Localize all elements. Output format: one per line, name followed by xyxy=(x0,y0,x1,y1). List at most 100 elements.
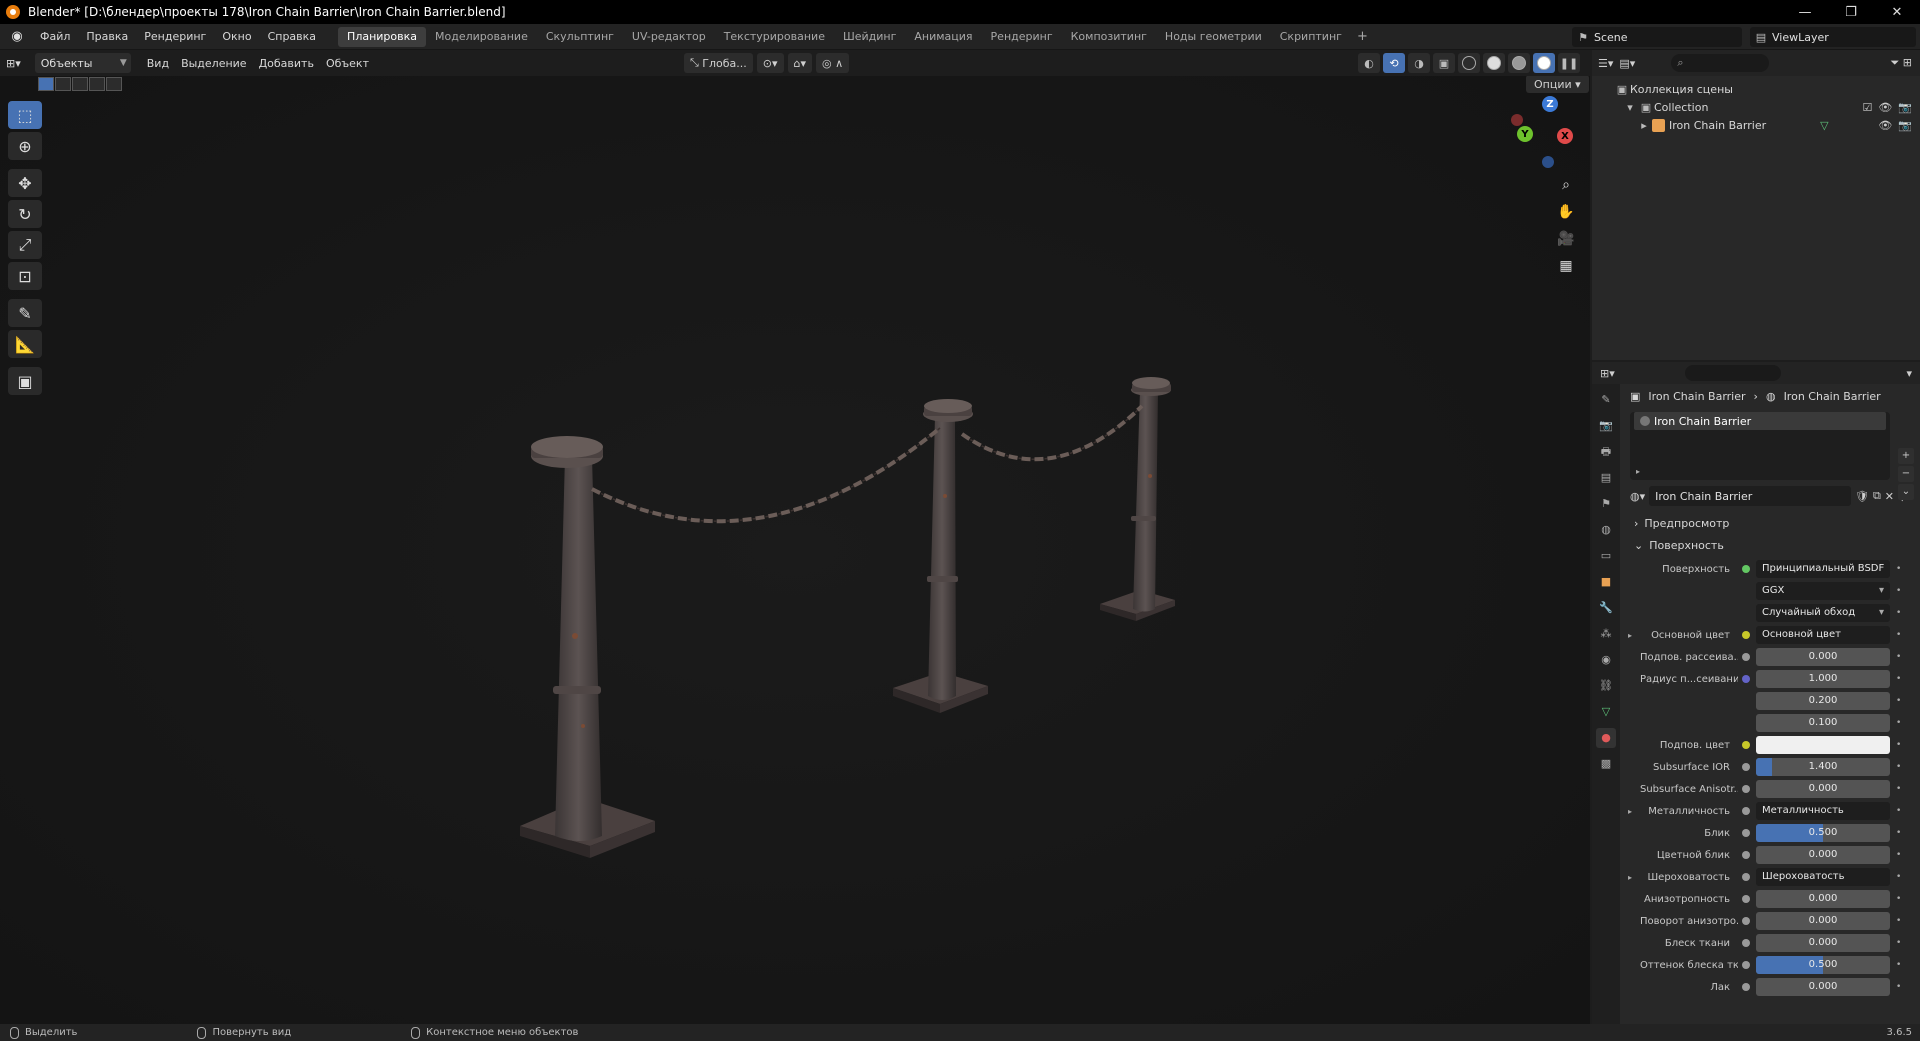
mesh-data-icon[interactable]: ▽ xyxy=(1820,119,1828,132)
socket-link-icon[interactable] xyxy=(1742,961,1750,969)
socket-link-icon[interactable] xyxy=(1742,829,1750,837)
socket-link-icon[interactable] xyxy=(1742,763,1750,771)
tool-tab-icon[interactable]: ✎ xyxy=(1596,390,1616,410)
keyframe-dot-icon[interactable]: • xyxy=(1896,564,1906,574)
render-tab-icon[interactable]: 📷 xyxy=(1596,416,1616,436)
proportional-edit-toggle[interactable]: ◎ ∧ xyxy=(816,53,850,73)
filter-icon[interactable]: ⏷ ⊞ xyxy=(1890,56,1912,70)
eye-icon[interactable]: 👁 xyxy=(1878,119,1892,132)
socket-link-icon[interactable] xyxy=(1742,675,1750,683)
visibility-icon[interactable]: ◐ xyxy=(1358,53,1380,73)
3d-viewport[interactable]: Опции ▾ ⬚ ⊕ ✥ ↻ ⤢ ⊡ ✎ 📐 ▣ Z Y X ⌕ ✋ 🎥 ▦ xyxy=(0,76,1590,1024)
number-field[interactable]: 1.000 xyxy=(1756,670,1890,688)
unlink-material-icon[interactable]: ✕ xyxy=(1885,490,1894,503)
gizmo-y-axis[interactable]: Y xyxy=(1517,126,1533,142)
grid-perspective-icon[interactable]: ▦ xyxy=(1556,257,1576,275)
rendered-shading-icon[interactable] xyxy=(1533,53,1555,73)
collection-tab-icon[interactable]: ▭ xyxy=(1596,546,1616,566)
move-tool-icon[interactable]: ✥ xyxy=(8,169,42,197)
select-intersect-icon[interactable] xyxy=(106,77,122,91)
duplicate-material-icon[interactable]: ⧉ xyxy=(1873,489,1881,503)
keyframe-dot-icon[interactable]: • xyxy=(1896,872,1906,882)
number-field[interactable]: 0.100 xyxy=(1756,714,1890,732)
keyframe-dot-icon[interactable]: • xyxy=(1896,608,1906,618)
number-field[interactable]: 1.400 xyxy=(1756,758,1890,776)
object-tab-icon[interactable]: ■ xyxy=(1596,572,1616,592)
overlays-icon[interactable]: ◑ xyxy=(1408,53,1430,73)
socket-link-icon[interactable] xyxy=(1742,939,1750,947)
tab-scripting[interactable]: Скриптинг xyxy=(1271,27,1351,47)
keyframe-dot-icon[interactable]: • xyxy=(1896,850,1906,860)
expand-arrow-icon[interactable]: ▸ xyxy=(1636,119,1652,132)
tab-compositing[interactable]: Композитинг xyxy=(1062,27,1156,47)
cursor-tool-icon[interactable]: ⊕ xyxy=(8,132,42,160)
tab-rendering[interactable]: Рендеринг xyxy=(982,27,1062,47)
wireframe-shading-icon[interactable] xyxy=(1458,53,1480,73)
scene-selector[interactable]: ⚑ Scene xyxy=(1572,27,1742,47)
tab-sculpting[interactable]: Скульптинг xyxy=(537,27,623,47)
menu-help[interactable]: Справка xyxy=(260,24,324,50)
socket-link-icon[interactable] xyxy=(1742,741,1750,749)
select-extend-icon[interactable] xyxy=(55,77,71,91)
pivot-select[interactable]: ⊙▾ xyxy=(756,53,784,73)
number-field[interactable]: 0.500 xyxy=(1756,956,1890,974)
editor-type-icon[interactable]: ⊞▾ xyxy=(0,57,27,70)
socket-link-icon[interactable] xyxy=(1742,873,1750,881)
socket-link-icon[interactable] xyxy=(1742,983,1750,991)
gizmo-x-axis[interactable]: X xyxy=(1557,128,1573,144)
linked-input[interactable]: Основной цвет xyxy=(1756,626,1890,644)
snap-toggle[interactable]: ⌂▾ xyxy=(787,53,813,73)
zoom-icon[interactable]: ⌕ xyxy=(1556,176,1576,194)
checkbox-icon[interactable]: ☑ xyxy=(1862,101,1872,114)
keyframe-dot-icon[interactable]: • xyxy=(1896,740,1906,750)
property-dropdown[interactable]: Случайный обход ▾ xyxy=(1756,604,1890,622)
scene-tab-icon[interactable]: ⚑ xyxy=(1596,494,1616,514)
linked-input[interactable]: Шероховатость xyxy=(1756,868,1890,886)
menu-object[interactable]: Объект xyxy=(320,57,375,70)
rotate-tool-icon[interactable]: ↻ xyxy=(8,200,42,228)
texture-tab-icon[interactable]: ▩ xyxy=(1596,754,1616,774)
keyframe-dot-icon[interactable]: • xyxy=(1896,674,1906,684)
select-new-icon[interactable] xyxy=(38,77,54,91)
remove-slot-button[interactable]: − xyxy=(1898,466,1914,482)
modifier-tab-icon[interactable]: 🔧 xyxy=(1596,598,1616,618)
number-field[interactable]: 0.000 xyxy=(1756,912,1890,930)
solid-shading-icon[interactable] xyxy=(1483,53,1505,73)
keyframe-dot-icon[interactable]: • xyxy=(1896,762,1906,772)
keyframe-dot-icon[interactable]: • xyxy=(1896,938,1906,948)
keyframe-dot-icon[interactable]: • xyxy=(1896,828,1906,838)
keyframe-dot-icon[interactable]: • xyxy=(1896,916,1906,926)
expand-arrow-icon[interactable]: ▸ xyxy=(1636,467,1640,476)
add-slot-button[interactable]: + xyxy=(1898,448,1914,464)
select-invert-icon[interactable] xyxy=(89,77,105,91)
expand-arrow-icon[interactable]: ▸ xyxy=(1628,631,1640,640)
keyframe-dot-icon[interactable]: • xyxy=(1896,894,1906,904)
socket-link-icon[interactable] xyxy=(1742,917,1750,925)
menu-render[interactable]: Рендеринг xyxy=(136,24,214,50)
camera-render-icon[interactable]: 📷 xyxy=(1898,101,1912,114)
xray-icon[interactable]: ▣ xyxy=(1433,53,1455,73)
material-slot-item[interactable]: Iron Chain Barrier xyxy=(1634,412,1886,430)
navigation-gizmo[interactable]: Z Y X xyxy=(1505,96,1575,176)
maximize-button[interactable]: ❐ xyxy=(1828,0,1874,24)
menu-view[interactable]: Вид xyxy=(141,57,175,70)
surface-section-header[interactable]: ⌄ Поверхность xyxy=(1622,534,1920,556)
socket-link-icon[interactable] xyxy=(1742,565,1750,573)
transform-tool-icon[interactable]: ⊡ xyxy=(8,262,42,290)
tab-layout[interactable]: Планировка xyxy=(338,26,427,47)
fake-user-icon[interactable]: 🛡 xyxy=(1855,490,1869,503)
view-layer-selector[interactable]: ▤ ViewLayer xyxy=(1750,27,1916,47)
preview-section-header[interactable]: › Предпросмотр xyxy=(1622,512,1920,534)
keyframe-dot-icon[interactable]: • xyxy=(1896,718,1906,728)
gizmo-neg-z[interactable] xyxy=(1542,156,1554,168)
expand-arrow-icon[interactable]: ▸ xyxy=(1628,807,1640,816)
properties-search-input[interactable] xyxy=(1684,365,1781,381)
tab-animation[interactable]: Анимация xyxy=(905,27,981,47)
annotate-tool-icon[interactable]: ✎ xyxy=(8,299,42,327)
measure-tool-icon[interactable]: 📐 xyxy=(8,330,42,358)
number-field[interactable]: 0.000 xyxy=(1756,934,1890,952)
material-name-field[interactable]: Iron Chain Barrier xyxy=(1649,486,1851,506)
keyframe-dot-icon[interactable]: • xyxy=(1896,630,1906,640)
socket-link-icon[interactable] xyxy=(1742,851,1750,859)
keyframe-dot-icon[interactable]: • xyxy=(1896,982,1906,992)
